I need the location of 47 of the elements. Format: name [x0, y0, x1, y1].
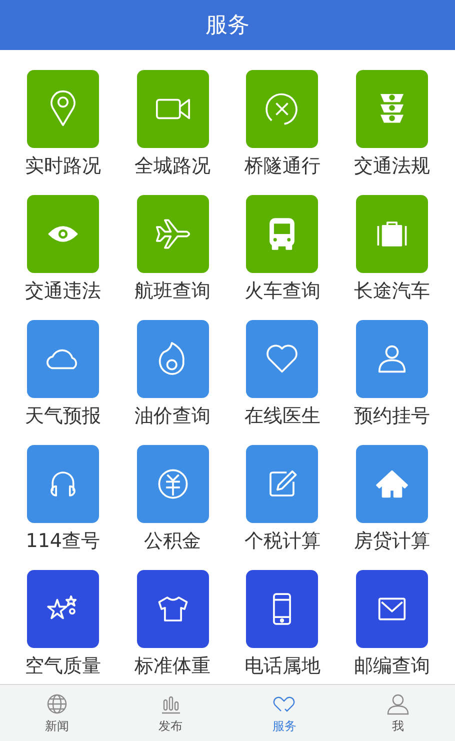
service-button[interactable]	[26, 445, 99, 523]
service-button[interactable]	[26, 70, 99, 148]
service-label: 交通违法	[24, 279, 101, 304]
service-label: 实时路况	[24, 154, 101, 179]
globe-icon	[44, 692, 69, 716]
service-button[interactable]	[356, 195, 428, 273]
service-button[interactable]	[246, 320, 318, 398]
service-label: 长途汽车	[354, 279, 430, 304]
service-label: 房贷计算	[354, 529, 430, 554]
service-button[interactable]	[136, 570, 209, 648]
service-label: 电话属地	[244, 654, 320, 679]
service-button[interactable]	[136, 320, 209, 398]
service-label: 全城路况	[134, 154, 211, 179]
service-label: 邮编查询	[354, 654, 430, 679]
service-label: 标准体重	[134, 654, 211, 679]
tab[interactable]: 新闻	[0, 685, 114, 741]
service-label: 天气预报	[24, 404, 101, 429]
service-button[interactable]	[246, 195, 318, 273]
service-label: 油价查询	[134, 404, 211, 429]
service-label: 114查号	[26, 529, 100, 554]
tab[interactable]: 发布	[114, 685, 228, 741]
service-button[interactable]	[246, 445, 318, 523]
service-button[interactable]	[246, 70, 318, 148]
service-label: 预约挂号	[354, 404, 430, 429]
person-icon	[386, 692, 410, 716]
service-button[interactable]	[356, 320, 428, 398]
service-button[interactable]	[136, 445, 209, 523]
service-label: 在线医生	[244, 404, 320, 429]
service-label: 桥隧通行	[244, 154, 320, 179]
service-button[interactable]	[136, 70, 209, 148]
service-button[interactable]	[26, 570, 99, 648]
service-button[interactable]	[356, 70, 428, 148]
service-label: 空气质量	[24, 654, 101, 679]
service-button[interactable]	[356, 445, 428, 523]
service-button[interactable]	[26, 195, 99, 273]
service-button[interactable]	[356, 570, 428, 648]
service-button[interactable]	[136, 195, 209, 273]
service-label: 交通法规	[354, 154, 430, 179]
service-button[interactable]	[26, 320, 99, 398]
service-button[interactable]	[246, 570, 318, 648]
service-label: 个税计算	[244, 529, 320, 554]
tab[interactable]: 我	[341, 685, 455, 741]
page-title: 服务	[206, 12, 250, 40]
service-label: 火车查询	[244, 279, 320, 304]
tab[interactable]: 服务	[228, 685, 342, 741]
service-label: 航班查询	[134, 279, 211, 304]
service-label: 公积金	[144, 529, 202, 554]
